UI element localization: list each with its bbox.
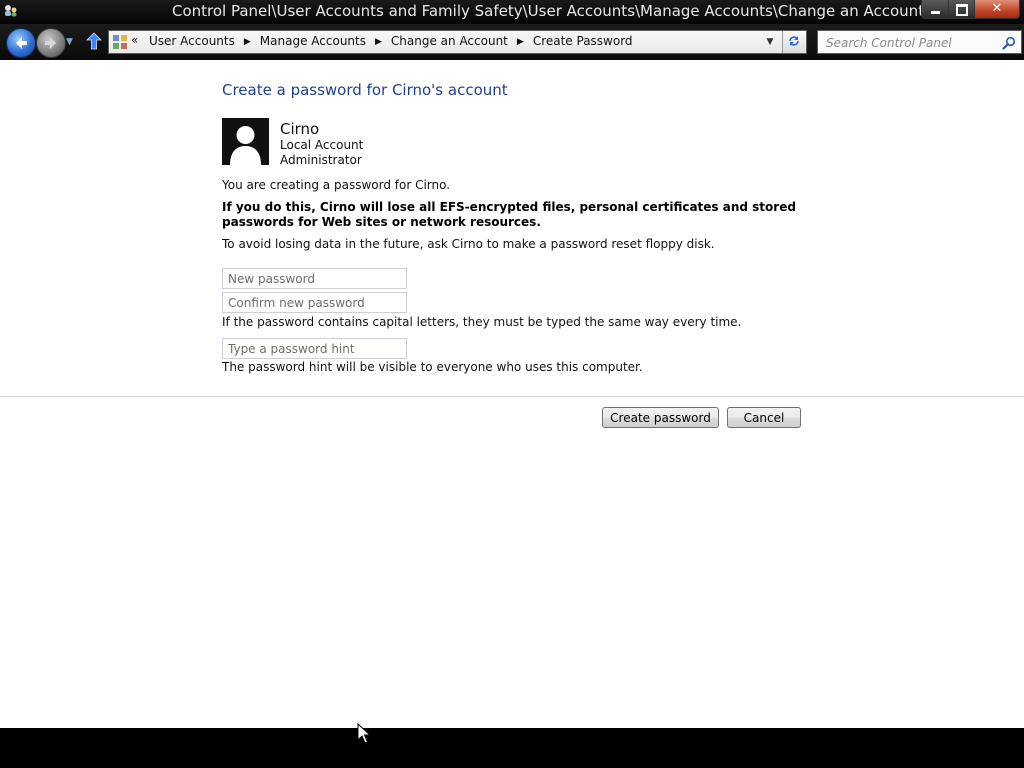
recent-pages-dropdown[interactable]: ▼ xyxy=(66,37,73,47)
control-panel-window: Control Panel\User Accounts and Family S… xyxy=(0,0,1024,728)
restore-icon xyxy=(956,4,968,16)
breadcrumb-create-password[interactable]: Create Password xyxy=(533,34,633,48)
account-type: Local Account xyxy=(280,138,364,152)
warning-text: If you do this, Cirno will lose all EFS-… xyxy=(222,200,796,229)
advice-text: To avoid losing data in the future, ask … xyxy=(222,237,715,251)
forward-arrow-icon xyxy=(45,37,56,49)
breadcrumb-change-an-account[interactable]: Change an Account xyxy=(391,34,508,48)
user-name: Cirno xyxy=(280,120,320,138)
search-input[interactable] xyxy=(824,33,998,53)
capital-letters-note: If the password contains capital letters… xyxy=(222,315,742,329)
forward-button[interactable] xyxy=(36,28,66,58)
up-arrow-icon xyxy=(86,32,102,50)
overflow-chevron-icon[interactable]: « xyxy=(131,33,138,47)
page-title: Create a password for Cirno's account xyxy=(222,81,508,99)
intro-text: You are creating a password for Cirno. xyxy=(222,178,451,192)
account-role: Administrator xyxy=(280,153,362,167)
back-arrow-icon xyxy=(16,37,27,49)
up-level-button[interactable] xyxy=(86,32,102,54)
create-password-button[interactable]: Create password xyxy=(602,407,719,428)
breadcrumb: User Accounts ▶ Manage Accounts ▶ Change an … xyxy=(149,34,633,48)
main-content: Create a password for Cirno's account Ci… xyxy=(0,60,1024,728)
search-box xyxy=(817,30,1022,54)
title-bar[interactable]: Control Panel\User Accounts and Family S… xyxy=(0,0,1024,24)
refresh-icon xyxy=(789,36,799,46)
close-icon: ✕ xyxy=(991,1,1003,16)
control-panel-icon xyxy=(112,34,128,50)
breadcrumb-user-accounts[interactable]: User Accounts xyxy=(149,34,235,48)
user-silhouette-icon xyxy=(230,126,261,165)
cancel-button: Cancel xyxy=(727,407,801,428)
hint-visibility-note: The password hint will be visible to eve… xyxy=(222,360,643,374)
restore-button[interactable] xyxy=(948,0,975,19)
close-button[interactable]: ✕ xyxy=(974,0,1020,19)
window-title: Control Panel\User Accounts and Family S… xyxy=(172,2,940,20)
breadcrumb-separator-icon[interactable]: ▶ xyxy=(517,37,524,47)
refresh-button[interactable] xyxy=(782,31,806,53)
address-bar[interactable]: « User Accounts ▶ Manage Accounts ▶ Change a… xyxy=(108,30,807,54)
breadcrumb-manage-accounts[interactable]: Manage Accounts xyxy=(260,34,366,48)
avatar xyxy=(222,118,269,165)
search-icon[interactable] xyxy=(1002,35,1016,54)
minimize-icon xyxy=(931,11,940,14)
address-dropdown-icon[interactable]: ▼ xyxy=(762,31,778,53)
new-password-field[interactable] xyxy=(222,268,407,289)
navigation-bar: ▼ « User Accounts ▶ Manage Accounts ▶ Change… xyxy=(0,24,1024,60)
mouse-pointer-icon xyxy=(357,722,372,749)
breadcrumb-separator-icon[interactable]: ▶ xyxy=(375,37,382,47)
confirm-password-field[interactable] xyxy=(222,292,407,313)
minimize-button[interactable] xyxy=(921,0,949,19)
divider xyxy=(0,396,1024,397)
back-button[interactable] xyxy=(6,28,36,58)
password-hint-field[interactable] xyxy=(222,338,407,359)
breadcrumb-separator-icon[interactable]: ▶ xyxy=(244,37,251,47)
